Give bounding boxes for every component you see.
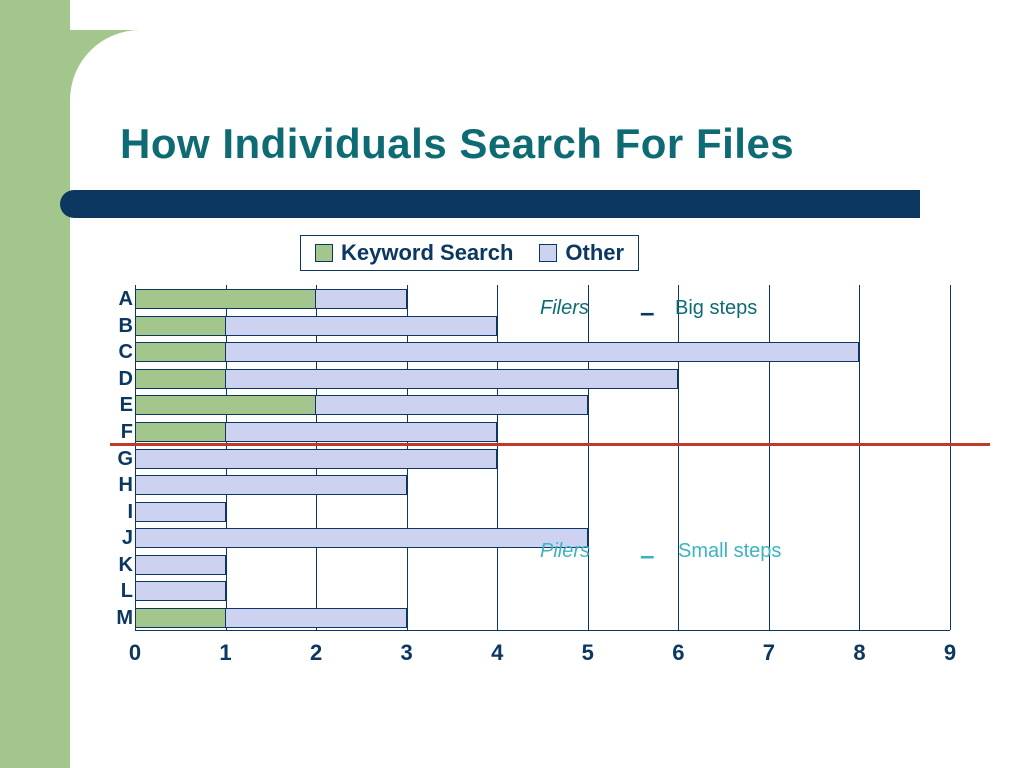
category-label: C: [105, 341, 133, 364]
bar-keyword: [135, 608, 226, 628]
table-row: H: [135, 474, 950, 496]
category-label: G: [105, 448, 133, 471]
category-label: M: [105, 607, 133, 630]
category-label: E: [105, 394, 133, 417]
chart-legend: Keyword Search Other: [300, 235, 639, 271]
bar-other: [135, 581, 226, 601]
x-tick: 2: [310, 640, 322, 666]
annotation-filers: Filers: [540, 297, 589, 320]
title-underline: [60, 190, 920, 218]
group-divider: [110, 443, 990, 446]
corner-accent: [70, 30, 290, 120]
bar-keyword: [135, 342, 226, 362]
plot-area: ABCDEFGHIJKLM: [135, 285, 950, 630]
bar-other: [135, 528, 588, 548]
table-row: F: [135, 421, 950, 443]
x-tick: 7: [763, 640, 775, 666]
bar-keyword: [135, 289, 316, 309]
bar-keyword: [135, 395, 316, 415]
page-title: How Individuals Search For Files: [120, 120, 794, 168]
annotation-big-steps: Big steps: [675, 297, 757, 320]
x-tick: 0: [129, 640, 141, 666]
annotation-small-steps: Small steps: [678, 540, 781, 563]
category-label: H: [105, 474, 133, 497]
bar-keyword: [135, 369, 226, 389]
category-label: I: [105, 501, 133, 524]
category-label: D: [105, 368, 133, 391]
side-band: [0, 0, 70, 768]
table-row: C: [135, 341, 950, 363]
bar-other: [135, 449, 497, 469]
x-tick: 1: [219, 640, 231, 666]
bar-keyword: [135, 316, 226, 336]
legend-swatch-other: [539, 244, 557, 262]
x-tick: 5: [582, 640, 594, 666]
category-label: A: [105, 288, 133, 311]
x-tick: 9: [944, 640, 956, 666]
annotation-dash-bottom: –: [640, 540, 653, 571]
annotation-pilers: Pilers: [540, 540, 590, 563]
category-label: B: [105, 315, 133, 338]
x-tick: 3: [401, 640, 413, 666]
bar-other: [135, 342, 859, 362]
category-label: J: [105, 527, 133, 550]
legend-label-keyword: Keyword Search: [341, 240, 513, 266]
legend-label-other: Other: [565, 240, 624, 266]
bar-other: [135, 502, 226, 522]
bar-other: [135, 555, 226, 575]
gridline: [950, 285, 951, 630]
bar-keyword: [135, 422, 226, 442]
category-label: K: [105, 554, 133, 577]
table-row: L: [135, 580, 950, 602]
table-row: D: [135, 368, 950, 390]
table-row: E: [135, 394, 950, 416]
table-row: G: [135, 448, 950, 470]
bar-chart: ABCDEFGHIJKLM 0123456789 Filers – Big st…: [105, 285, 950, 675]
bar-other: [135, 475, 407, 495]
legend-swatch-keyword: [315, 244, 333, 262]
category-label: L: [105, 580, 133, 603]
table-row: I: [135, 501, 950, 523]
category-label: F: [105, 421, 133, 444]
x-axis: [135, 630, 950, 631]
table-row: M: [135, 607, 950, 629]
annotation-dash-top: –: [640, 297, 653, 328]
x-tick: 6: [672, 640, 684, 666]
x-tick: 8: [853, 640, 865, 666]
x-tick: 4: [491, 640, 503, 666]
